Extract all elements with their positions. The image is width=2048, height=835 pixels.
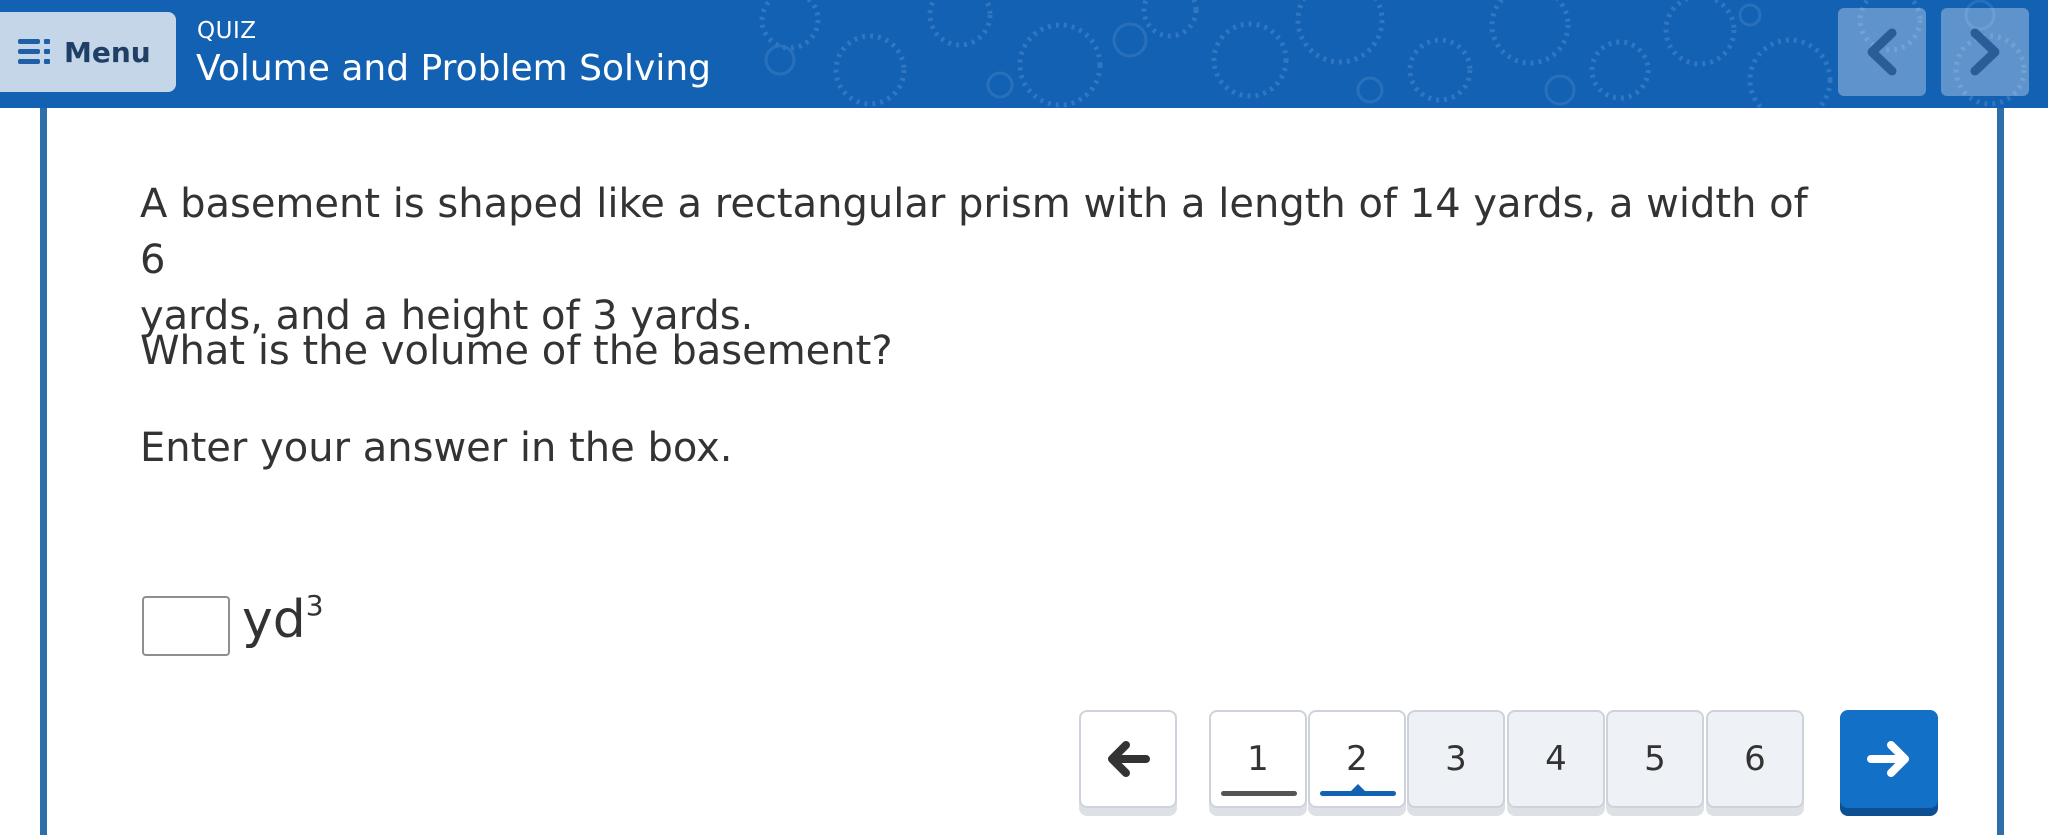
chevron-right-icon bbox=[1970, 28, 2000, 76]
page-number: 1 bbox=[1247, 739, 1269, 779]
back-button[interactable] bbox=[1079, 710, 1177, 808]
answer-instruction: Enter your answer in the box. bbox=[140, 425, 733, 471]
page-number: 4 bbox=[1545, 739, 1567, 779]
page-button-5[interactable]: 5 bbox=[1606, 710, 1704, 808]
page-button-1[interactable]: 1 bbox=[1209, 710, 1307, 808]
page-button-3[interactable]: 3 bbox=[1407, 710, 1505, 808]
content-border-right bbox=[1997, 108, 2004, 835]
current-underline bbox=[1320, 791, 1396, 796]
unit-exponent: 3 bbox=[305, 588, 324, 622]
quiz-label: QUIZ bbox=[197, 18, 257, 44]
page-button-4[interactable]: 4 bbox=[1507, 710, 1605, 808]
question-prompt: What is the volume of the basement? bbox=[140, 328, 893, 374]
visited-indicator bbox=[1221, 791, 1297, 796]
menu-label: Menu bbox=[64, 35, 151, 69]
page-button-2[interactable]: 2 bbox=[1308, 710, 1406, 808]
unit-text: yd bbox=[242, 590, 306, 650]
answer-unit: yd3 bbox=[242, 588, 324, 650]
page-number: 5 bbox=[1644, 739, 1666, 779]
arrow-right-icon bbox=[1867, 741, 1909, 777]
chevron-left-icon bbox=[1867, 28, 1897, 76]
header-bar: Menu QUIZ Volume and Problem Solving bbox=[0, 0, 2048, 108]
answer-input[interactable] bbox=[142, 596, 230, 656]
content-border-left bbox=[40, 108, 47, 835]
page-number: 6 bbox=[1744, 739, 1766, 779]
list-icon bbox=[18, 38, 52, 66]
arrow-left-icon bbox=[1108, 741, 1150, 777]
page-number: 2 bbox=[1346, 739, 1368, 779]
question-line-1: A basement is shaped like a rectangular … bbox=[140, 181, 1808, 283]
previous-section-button[interactable] bbox=[1838, 8, 1926, 96]
page-button-6[interactable]: 6 bbox=[1706, 710, 1804, 808]
question-text: A basement is shaped like a rectangular … bbox=[140, 176, 1840, 344]
next-section-button[interactable] bbox=[1941, 8, 2029, 96]
page-number: 3 bbox=[1445, 739, 1467, 779]
menu-button[interactable]: Menu bbox=[0, 12, 176, 92]
page-title: Volume and Problem Solving bbox=[196, 48, 711, 89]
next-button[interactable] bbox=[1840, 710, 1938, 808]
